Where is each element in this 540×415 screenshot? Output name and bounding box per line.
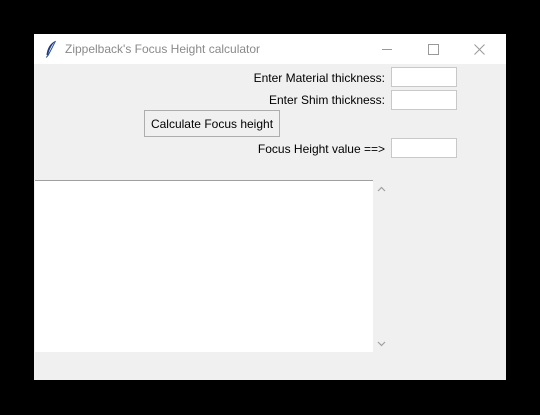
- scroll-up-button[interactable]: [373, 180, 390, 197]
- minimize-button[interactable]: [364, 34, 410, 64]
- maximize-button[interactable]: [410, 34, 456, 64]
- chevron-up-icon: [377, 186, 386, 191]
- calculate-focus-height-button[interactable]: Calculate Focus height: [144, 110, 280, 137]
- maximize-icon: [427, 43, 439, 55]
- shim-thickness-label: Enter Shim thickness:: [268, 93, 385, 107]
- output-scrollbar[interactable]: [373, 180, 390, 352]
- material-thickness-input[interactable]: [391, 67, 457, 87]
- chevron-down-icon: [377, 341, 386, 346]
- close-button[interactable]: [456, 34, 502, 64]
- close-icon: [473, 43, 485, 55]
- focus-height-label: Focus Height value ==>: [257, 142, 385, 156]
- window-title: Zippelback's Focus Height calculator: [65, 42, 261, 56]
- shim-thickness-input[interactable]: [391, 90, 457, 110]
- scroll-down-button[interactable]: [373, 335, 390, 352]
- output-text-area[interactable]: [35, 180, 373, 352]
- title-bar[interactable]: Zippelback's Focus Height calculator: [34, 34, 506, 64]
- minimize-icon: [382, 48, 392, 50]
- focus-height-output-field[interactable]: [391, 138, 457, 158]
- calculator-window: Zippelback's Focus Height calculator Ent…: [34, 34, 506, 380]
- feather-icon: [44, 40, 58, 58]
- material-thickness-label: Enter Material thickness:: [253, 71, 385, 85]
